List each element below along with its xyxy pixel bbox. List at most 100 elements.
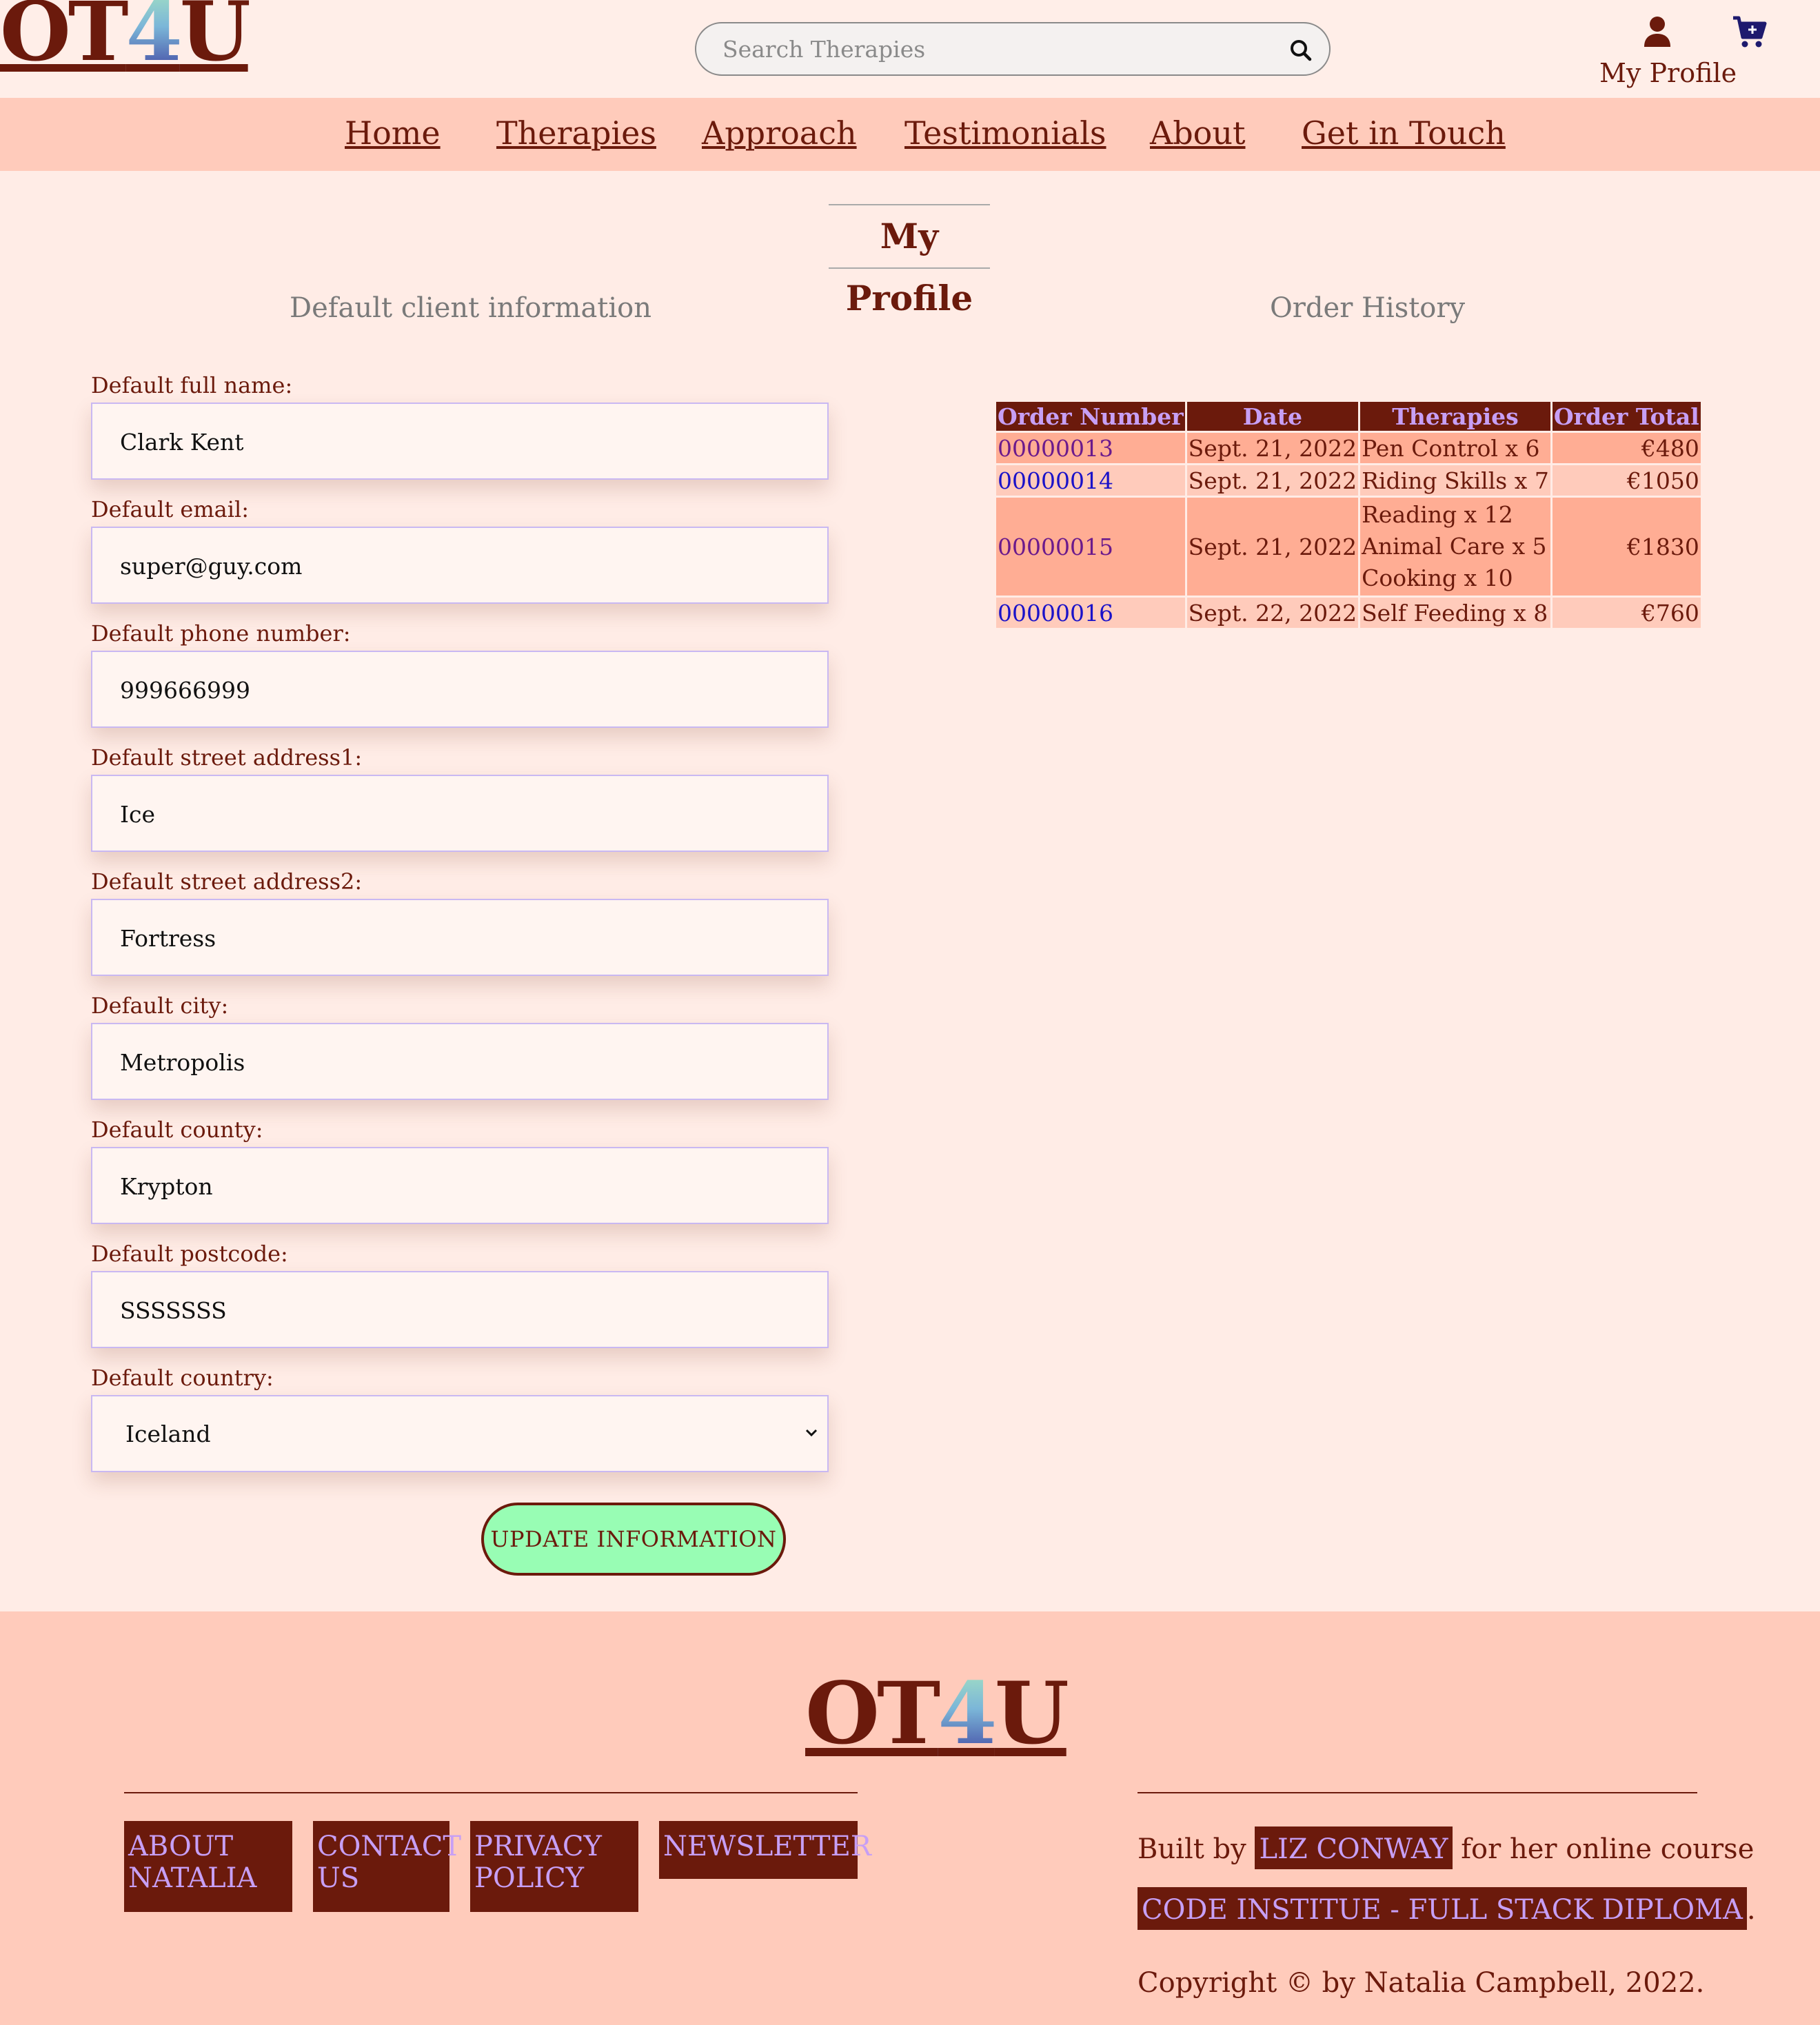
order-history-table: Order Number Date Therapies Order Total … (994, 400, 1703, 630)
order-date-cell: Sept. 21, 2022 (1186, 465, 1359, 496)
table-row: 00000014 Sept. 21, 2022 Riding Skills x … (996, 465, 1701, 496)
search-bar (695, 22, 1331, 76)
order-total-cell: €760 (1552, 598, 1701, 628)
column-header-date: Date (1186, 402, 1359, 431)
nav-about[interactable]: About (1150, 114, 1245, 152)
nav-testimonials[interactable]: Testimonials (904, 114, 1106, 152)
therapy-item: Reading x 12 (1362, 501, 1513, 528)
order-number-cell: 00000015 (996, 498, 1185, 596)
county-label: Default county: (91, 1117, 263, 1143)
column-header-therapies: Therapies (1360, 402, 1550, 431)
footer-divider-left (124, 1792, 858, 1793)
table-row: 00000016 Sept. 22, 2022 Self Feeding x 8… (996, 598, 1701, 628)
nav-home[interactable]: Home (345, 114, 441, 152)
order-number-link[interactable]: 00000015 (998, 533, 1113, 560)
order-total-cell: €1050 (1552, 465, 1701, 496)
order-date-cell: Sept. 21, 2022 (1186, 433, 1359, 463)
logo-text-u: U (994, 1664, 1069, 1764)
built-by-suffix: for her online course (1461, 1833, 1755, 1865)
postcode-input[interactable] (120, 1293, 782, 1327)
cart-icon (1733, 16, 1767, 48)
order-total-cell: €480 (1552, 433, 1701, 463)
order-therapies-cell: Riding Skills x 7 (1360, 465, 1550, 496)
order-number-link[interactable]: 00000014 (998, 467, 1113, 494)
order-total-cell: €1830 (1552, 498, 1701, 596)
logo-text-ot: OT (805, 1664, 940, 1764)
footer-link-privacy-policy[interactable]: PRIVACY POLICY (470, 1821, 638, 1912)
user-icon (1642, 15, 1672, 48)
logo-text-four: 4 (938, 1664, 997, 1764)
search-input[interactable] (722, 33, 1260, 65)
full-name-field (91, 403, 829, 480)
order-number-cell: 00000013 (996, 433, 1185, 463)
author-link[interactable]: LIZ CONWAY (1255, 1826, 1453, 1869)
logo-text-four: 4 (126, 0, 183, 79)
order-therapies-cell: Pen Control x 6 (1360, 433, 1550, 463)
phone-input[interactable] (120, 673, 782, 707)
column-header-order-number: Order Number (996, 402, 1185, 431)
cart-button[interactable] (1732, 14, 1768, 50)
email-field (91, 527, 829, 604)
county-field (91, 1147, 829, 1224)
table-header-row: Order Number Date Therapies Order Total (996, 402, 1701, 431)
page-title: My Profile (829, 204, 990, 318)
main-nav: Home Therapies Approach Testimonials Abo… (0, 98, 1820, 171)
built-by-prefix: Built by (1138, 1833, 1246, 1865)
full-name-label: Default full name: (91, 372, 293, 398)
search-icon (1291, 40, 1312, 61)
street-address2-input[interactable] (120, 921, 782, 955)
copyright: Copyright © by Natalia Campbell, 2022. (1138, 1967, 1705, 1999)
therapy-item: Animal Care x 5 (1362, 533, 1547, 560)
order-history-heading: Order History (1270, 292, 1466, 324)
my-profile-link[interactable]: My Profile (1593, 12, 1737, 92)
nav-approach[interactable]: Approach (702, 114, 857, 152)
chevron-down-icon (804, 1425, 819, 1441)
email-input[interactable] (120, 549, 782, 583)
table-row: 00000015 Sept. 21, 2022 Reading x 12 Ani… (996, 498, 1701, 596)
full-name-input[interactable] (120, 425, 782, 459)
site-logo[interactable]: OT4U (0, 0, 251, 73)
country-selected-value: Iceland (125, 1421, 211, 1447)
city-label: Default city: (91, 993, 229, 1019)
search-button[interactable] (1288, 37, 1314, 63)
course-line: CODE INSTITUE - FULL STACK DIPLOMA. (1138, 1887, 1756, 1930)
site-footer: OT4U ABOUT NATALIA CONTACT US PRIVACY PO… (0, 1611, 1820, 2025)
order-number-link[interactable]: 00000013 (998, 435, 1113, 462)
update-information-button[interactable]: UPDATE INFORMATION (481, 1503, 786, 1576)
course-link[interactable]: CODE INSTITUE - FULL STACK DIPLOMA (1138, 1887, 1747, 1930)
footer-link-contact-us[interactable]: CONTACT US (313, 1821, 461, 1912)
street-address1-input[interactable] (120, 797, 782, 831)
order-therapies-cell: Reading x 12 Animal Care x 5 Cooking x 1… (1360, 498, 1550, 596)
logo-text-u: U (179, 0, 251, 79)
city-input[interactable] (120, 1045, 782, 1079)
postcode-label: Default postcode: (91, 1241, 288, 1267)
email-label: Default email: (91, 496, 249, 522)
phone-field (91, 651, 829, 728)
street-address2-field (91, 899, 829, 976)
therapy-item: Cooking x 10 (1362, 564, 1513, 591)
street-address2-label: Default street address2: (91, 868, 363, 895)
city-field (91, 1023, 829, 1100)
nav-therapies[interactable]: Therapies (496, 114, 656, 152)
order-number-link[interactable]: 00000016 (998, 600, 1113, 627)
footer-link-newsletter[interactable]: NEWSLETTER (659, 1821, 871, 1879)
order-therapies-cell: Self Feeding x 8 (1360, 598, 1550, 628)
phone-label: Default phone number: (91, 620, 351, 647)
order-date-cell: Sept. 22, 2022 (1186, 598, 1359, 628)
footer-link-about-natalia[interactable]: ABOUT NATALIA (124, 1821, 292, 1912)
country-label: Default country: (91, 1365, 274, 1391)
my-profile-label: My Profile (1599, 58, 1737, 88)
client-info-heading: Default client information (290, 292, 651, 324)
logo-text-ot: OT (0, 0, 129, 79)
country-select[interactable]: Iceland (91, 1395, 829, 1472)
footer-logo[interactable]: OT4U (805, 1669, 1069, 1759)
credit-line: Built by LIZ CONWAY for her online cours… (1138, 1826, 1754, 1869)
footer-divider-right (1138, 1792, 1697, 1793)
street-address1-field (91, 775, 829, 852)
street-address1-label: Default street address1: (91, 744, 363, 771)
column-header-order-total: Order Total (1552, 402, 1701, 431)
table-row: 00000013 Sept. 21, 2022 Pen Control x 6 … (996, 433, 1701, 463)
order-number-cell: 00000014 (996, 465, 1185, 496)
county-input[interactable] (120, 1169, 782, 1203)
nav-get-in-touch[interactable]: Get in Touch (1302, 114, 1506, 152)
